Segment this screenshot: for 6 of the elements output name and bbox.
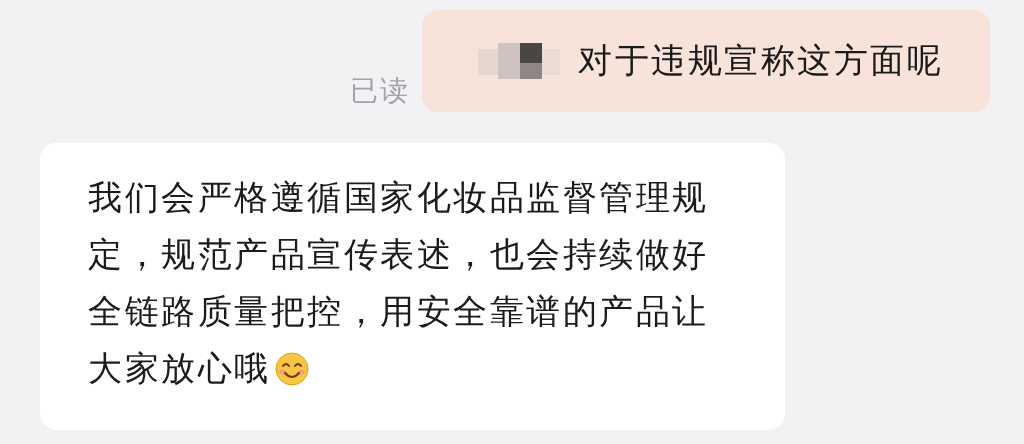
message-text: 全链路质量把控，用安全靠谱的产品让: [88, 290, 709, 333]
message-text: 我们会严格遵循国家化妆品监督管理规: [88, 176, 709, 219]
message-text: 定，规范产品宣传表述，也会持续做好: [88, 233, 709, 276]
read-receipt: 已读: [350, 73, 410, 109]
message-text: 大家放心哦: [88, 347, 271, 390]
message-text: 对于违规宣称这方面呢: [578, 39, 943, 82]
